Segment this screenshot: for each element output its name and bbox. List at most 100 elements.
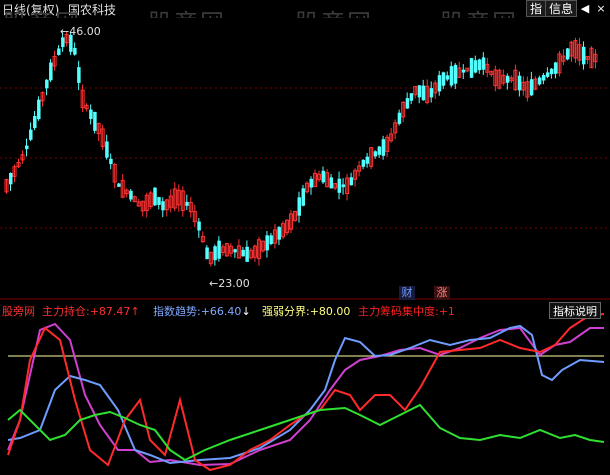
candle-body-down <box>33 116 37 129</box>
candle-body-down <box>161 201 165 211</box>
info-button[interactable]: 信息 <box>545 0 578 17</box>
rise-marker[interactable]: 涨 <box>434 286 450 300</box>
candle-body-down <box>377 146 382 155</box>
candle-body-down <box>197 221 201 231</box>
candle-body-down <box>245 246 249 262</box>
indicator-button[interactable]: 指 <box>526 0 547 17</box>
candle-body-down <box>321 170 326 183</box>
candle-body-down <box>441 72 446 86</box>
candle-body-down <box>117 183 121 187</box>
candle-body-down <box>73 47 77 55</box>
candle-body-down <box>297 197 301 216</box>
candle-body-down <box>453 64 458 84</box>
candle-body-down <box>45 79 49 89</box>
candle-body-down <box>25 145 29 150</box>
indicator-name: 股旁网 <box>2 305 35 318</box>
candle-body-down <box>241 249 245 257</box>
candle-body-down <box>409 93 414 101</box>
chart-background <box>0 18 610 300</box>
candle-body-down <box>505 75 510 83</box>
candle-body-down <box>429 88 434 98</box>
candle-body-down <box>421 85 426 101</box>
candle-body-down <box>537 77 542 85</box>
candle-body-down <box>449 66 454 86</box>
low-price-label: ←23.00 <box>209 277 250 290</box>
candle-body-down <box>157 197 161 205</box>
legend-label: 强弱分界: <box>262 305 310 318</box>
candle-body-down <box>217 240 221 259</box>
candle-body-down <box>565 48 570 60</box>
candle-body-down <box>541 75 546 81</box>
candle-body-down <box>9 173 13 185</box>
legend-value: +80.00 <box>309 305 351 318</box>
candle-body-down <box>361 159 366 167</box>
legend-label: 指数趋势: <box>153 305 201 318</box>
candle-body-down <box>29 129 33 140</box>
high-price-value: 46.00 <box>69 25 101 38</box>
candle-body-down <box>49 62 53 81</box>
candle-body-down <box>381 139 386 156</box>
candle-body-down <box>93 111 97 131</box>
legend-label: 主力持仓: <box>42 305 90 318</box>
candle-body-down <box>109 158 113 165</box>
close-icon[interactable]: × <box>592 0 610 17</box>
candle-body-down <box>57 48 61 55</box>
legend-value: +66.40 <box>200 305 242 318</box>
candle-body-down <box>269 235 273 245</box>
candle-body-down <box>417 85 422 98</box>
candle-body-down <box>329 177 334 189</box>
candle-body-down <box>481 57 486 70</box>
candle-body-down <box>545 72 550 77</box>
candle-body-down <box>213 246 217 261</box>
indicator-chart[interactable] <box>0 300 610 475</box>
candle-body-down <box>405 98 410 109</box>
candle-body-down <box>277 227 281 240</box>
legend-value: +87.47 <box>89 305 131 318</box>
candle-body-down <box>461 69 466 73</box>
candle-body-down <box>529 79 534 96</box>
legend-chip-concentration: 主力筹码集中度:+1 <box>358 303 455 319</box>
candle-body-down <box>517 75 522 91</box>
candle-body-down <box>265 235 269 251</box>
candle-body-down <box>105 141 109 158</box>
candle-body-down <box>581 46 586 65</box>
legend-label: 主力筹码集中度: <box>358 305 439 318</box>
finance-marker[interactable]: 财 <box>399 286 415 300</box>
candle-body-down <box>185 201 189 206</box>
arrow-left-icon: ← <box>60 25 70 38</box>
candle-body-down <box>37 99 41 120</box>
candle-body-down <box>301 188 305 206</box>
legend-index-trend: 指数趋势:+66.40↓ <box>153 303 251 319</box>
arrow-up-icon: ↑ <box>130 305 140 318</box>
candle-body-down <box>373 151 378 157</box>
candle-body-down <box>337 178 342 193</box>
candle-body-down <box>437 75 442 92</box>
candle-body-down <box>153 187 157 206</box>
candle-body-down <box>233 249 237 253</box>
legend-value: +1 <box>438 305 455 318</box>
candle-body-down <box>341 184 346 188</box>
arrow-down-icon: ↓ <box>241 305 251 318</box>
candlestick-chart[interactable] <box>0 18 610 300</box>
candle-body-down <box>473 60 478 73</box>
candle-body-down <box>469 58 474 78</box>
candle-body-down <box>445 75 450 80</box>
candle-body-down <box>89 109 93 119</box>
candle-body-down <box>205 247 209 260</box>
candle-body-down <box>129 190 133 200</box>
indicator-help-button[interactable]: 指标说明 <box>549 302 601 319</box>
candle-body-down <box>365 156 370 164</box>
candle-body-down <box>397 112 402 124</box>
candle-body-down <box>477 59 482 71</box>
candle-body-down <box>77 67 81 83</box>
legend-strength-boundary: 强弱分界:+80.00 <box>262 303 350 319</box>
candle-body-down <box>549 68 554 75</box>
candle-body-down <box>309 178 314 188</box>
candle-body-down <box>553 62 558 74</box>
high-price-label: ←46.00 <box>60 25 101 38</box>
arrow-left-icon: ← <box>209 277 219 290</box>
candle-body-down <box>61 37 65 48</box>
candle-body-down <box>349 177 354 186</box>
low-price-value: 23.00 <box>218 277 250 290</box>
legend-main-holding: 主力持仓:+87.47↑ <box>42 303 140 319</box>
